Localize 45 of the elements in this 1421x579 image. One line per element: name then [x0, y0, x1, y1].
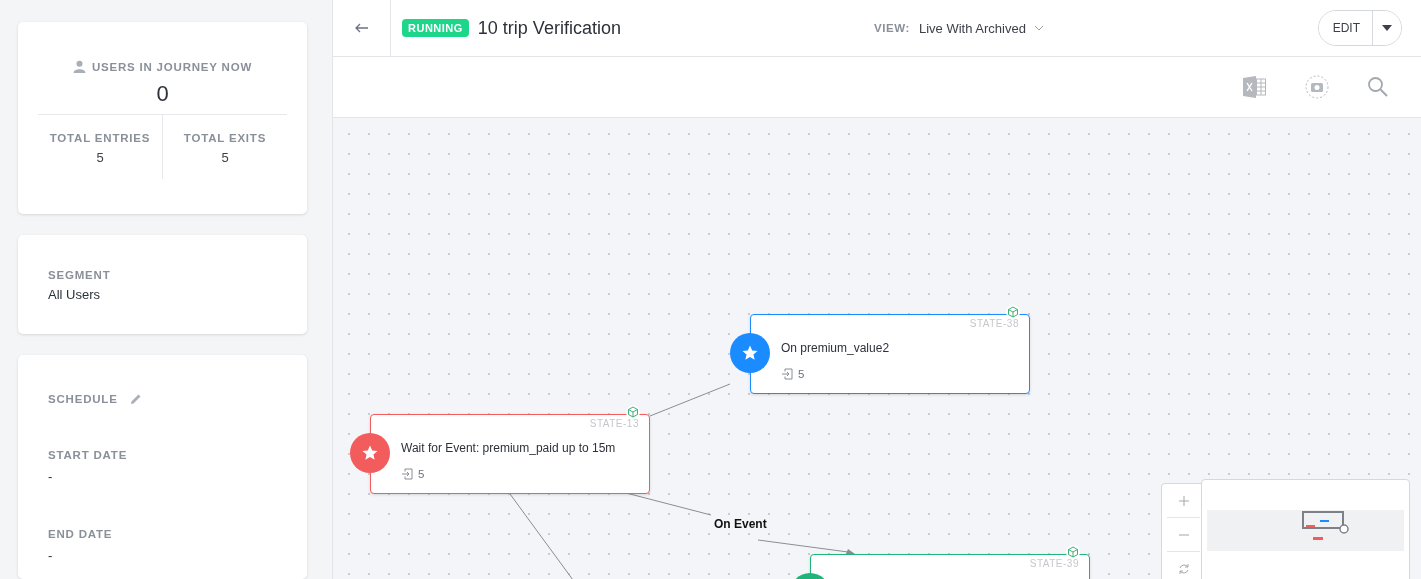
refresh-icon: [1177, 563, 1190, 575]
plus-icon: [1178, 495, 1189, 506]
entry-count: 5: [418, 468, 425, 480]
state-id: STATE-38: [969, 318, 1019, 329]
camera-icon[interactable]: [1305, 75, 1329, 99]
stat-value: 5: [221, 150, 229, 165]
state-node[interactable]: STATE-13 Wait for Event: premium_paid up to 15m 5: [370, 414, 650, 494]
date-value: -: [48, 469, 53, 484]
minimap-viewport[interactable]: [1301, 511, 1350, 541]
node-title: Wait for Event: premium_paid up to 15m: [401, 441, 617, 455]
minus-icon: [1178, 533, 1189, 536]
segment-label: SEGMENT: [48, 269, 111, 281]
search-icon[interactable]: [1367, 76, 1389, 98]
date-label: START DATE: [48, 449, 128, 461]
stat-value: 5: [96, 150, 104, 165]
journey-title: 10 trip Verification: [477, 17, 621, 39]
date-value: -: [48, 548, 53, 563]
status-badge: RUNNING: [402, 19, 469, 37]
excel-icon[interactable]: [1243, 76, 1267, 98]
view-dropdown[interactable]: Live With Archived: [918, 20, 1044, 36]
cube-icon: [1066, 545, 1080, 559]
view-label: VIEW:: [873, 22, 910, 34]
back-arrow-icon: [354, 23, 369, 33]
edge-label: On Event: [714, 517, 767, 531]
entry-count: 5: [798, 368, 805, 380]
node-title: On premium_value2: [781, 341, 891, 355]
edit-button[interactable]: EDIT: [1318, 11, 1373, 45]
pencil-icon[interactable]: [129, 393, 142, 405]
cube-icon: [1006, 305, 1020, 319]
caret-icon: [1382, 25, 1392, 31]
user-icon: [72, 60, 86, 73]
date-label: END DATE: [48, 528, 113, 540]
stat-label: TOTAL EXITS: [183, 132, 267, 144]
schedule-label: SCHEDULE: [48, 393, 118, 405]
stat-value: 0: [156, 81, 169, 107]
segment-value: All Users: [48, 287, 100, 302]
chevron-down-icon: [1033, 25, 1044, 31]
cube-icon: [626, 405, 640, 419]
state-id: STATE-13: [589, 418, 639, 429]
entry-icon: [781, 368, 793, 380]
stat-label: TOTAL ENTRIES: [49, 132, 151, 144]
state-id: STATE-39: [1029, 558, 1079, 569]
state-node[interactable]: STATE-38 On premium_value2 5: [750, 314, 1030, 394]
stat-title: USERS IN JOURNEY NOW: [91, 60, 253, 73]
entry-icon: [401, 468, 413, 480]
